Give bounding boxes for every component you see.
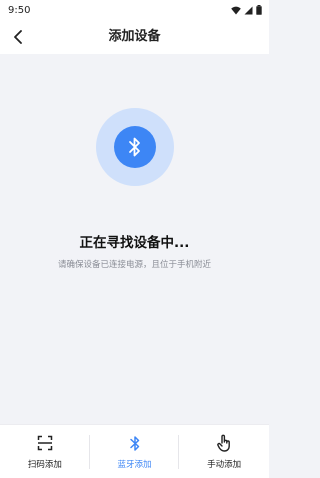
searching-title: 正在寻找设备中... [79, 235, 190, 251]
wifi-icon [231, 6, 241, 14]
chevron-left-icon [14, 30, 22, 44]
back-button[interactable] [8, 27, 28, 47]
bluetooth-icon [129, 137, 140, 157]
bluetooth-icon [129, 435, 139, 451]
bluetooth-badge [114, 126, 156, 168]
status-bar: 9:50 [0, 0, 269, 20]
tab-label: 手动添加 [207, 460, 242, 470]
header: 添加设备 [0, 20, 269, 54]
signal-icon [244, 6, 253, 14]
battery-icon [256, 5, 262, 15]
tab-label: 扫码添加 [27, 460, 62, 470]
add-device-screen: 9:50 添加设备 正在寻找设备中... 请确保设备已连接电源，且位于手机附近 … [0, 0, 269, 478]
add-method-tab-bar: 扫码添加 蓝牙添加 手动添加 [0, 424, 269, 478]
tab-scan-add[interactable]: 扫码添加 [0, 425, 90, 478]
bluetooth-pulse-circle [96, 108, 174, 186]
tab-manual-add[interactable]: 手动添加 [179, 425, 269, 478]
status-time: 9:50 [8, 4, 31, 16]
tab-bluetooth-add[interactable]: 蓝牙添加 [90, 425, 180, 478]
status-icons [231, 5, 262, 15]
page-title: 添加设备 [108, 29, 161, 44]
hint-text: 请确保设备已连接电源，且位于手机附近 [57, 260, 211, 270]
scan-icon [37, 435, 53, 451]
tab-label: 蓝牙添加 [117, 460, 152, 470]
hand-pointer-icon [217, 434, 231, 452]
